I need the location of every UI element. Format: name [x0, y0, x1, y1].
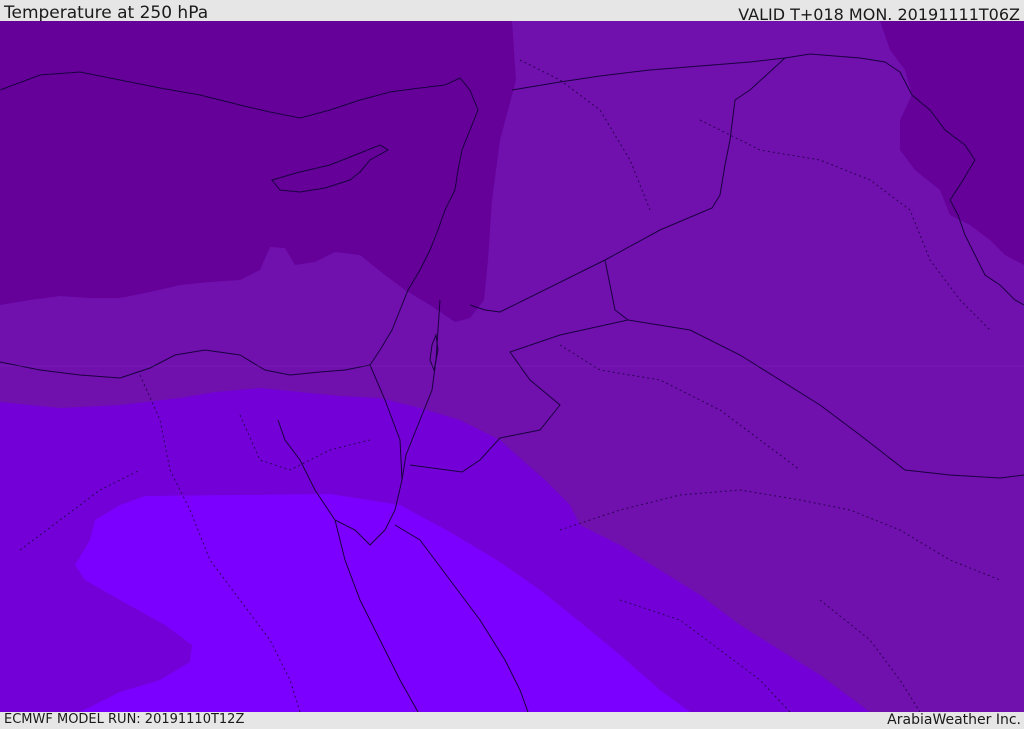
map-canvas[interactable] [0, 21, 1024, 712]
footer-bar: ECMWF MODEL RUN: 20191110T12Z ArabiaWeat… [0, 712, 1024, 729]
credit-label: ArabiaWeather Inc. [887, 712, 1021, 728]
model-run-label: ECMWF MODEL RUN: 20191110T12Z [4, 712, 245, 727]
header-bar: Temperature at 250 hPa VALID T+018 MON. … [0, 0, 1024, 24]
map-title: Temperature at 250 hPa [4, 3, 209, 23]
